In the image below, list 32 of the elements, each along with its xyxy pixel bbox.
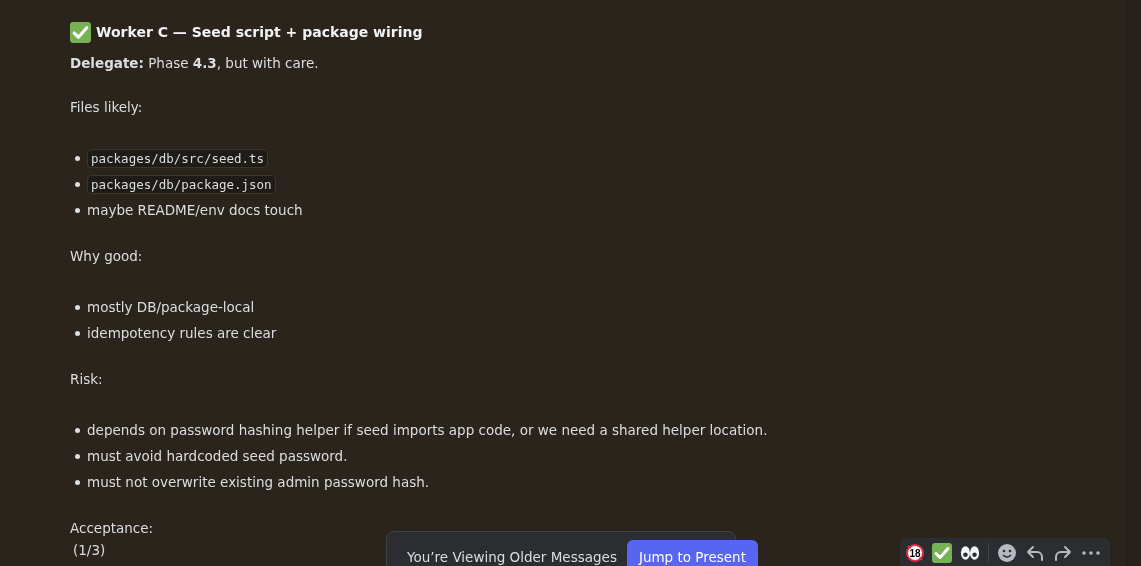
eyes-reaction-icon[interactable] (960, 543, 980, 563)
bullet-icon (75, 304, 80, 310)
list-item-text: idempotency rules are clear (87, 325, 277, 341)
inline-code: packages/db/src/seed.ts (87, 148, 269, 168)
message-text: Delegate: Phase 4.3, but with care. (70, 54, 320, 73)
section-heading: Risk: (70, 370, 104, 389)
bullet-icon (75, 453, 80, 459)
section-heading: Acceptance: (70, 519, 155, 538)
bullet-icon (75, 330, 80, 336)
reply-icon[interactable] (1025, 543, 1045, 563)
page-count: (1/3) (73, 541, 106, 560)
bullet-icon (75, 479, 80, 485)
check-reaction-icon[interactable] (932, 543, 952, 563)
age-restricted-reaction[interactable]: 18 (906, 542, 924, 564)
list-item-text: maybe README/env docs touch (87, 202, 303, 218)
jump-to-present-button[interactable]: Jump to Present (626, 540, 758, 566)
check-icon (70, 21, 91, 43)
list-item-text: depends on password hashing helper if seed imports app code, or we need a shared helper location. (87, 422, 768, 438)
bullet-icon (75, 155, 80, 161)
inline-code: packages/db/package.json (87, 174, 276, 194)
bullet-icon (75, 207, 80, 213)
section-heading: Why good: (70, 247, 144, 266)
list-item-text: mostly DB/package-local (87, 299, 255, 315)
bullet-icon (75, 427, 80, 433)
notice-text: You’re Viewing Older Messages (407, 548, 617, 566)
list-item-text: must not overwrite existing admin password hash. (87, 474, 430, 490)
section-heading: Files likely: (70, 98, 144, 117)
list-item-text: must avoid hardcoded seed password. (87, 448, 348, 464)
emoji-icon[interactable] (997, 543, 1017, 563)
forward-icon[interactable] (1053, 543, 1073, 563)
message-heading: Worker C — Seed script + package wiring (96, 24, 423, 40)
bullet-icon (75, 181, 80, 187)
